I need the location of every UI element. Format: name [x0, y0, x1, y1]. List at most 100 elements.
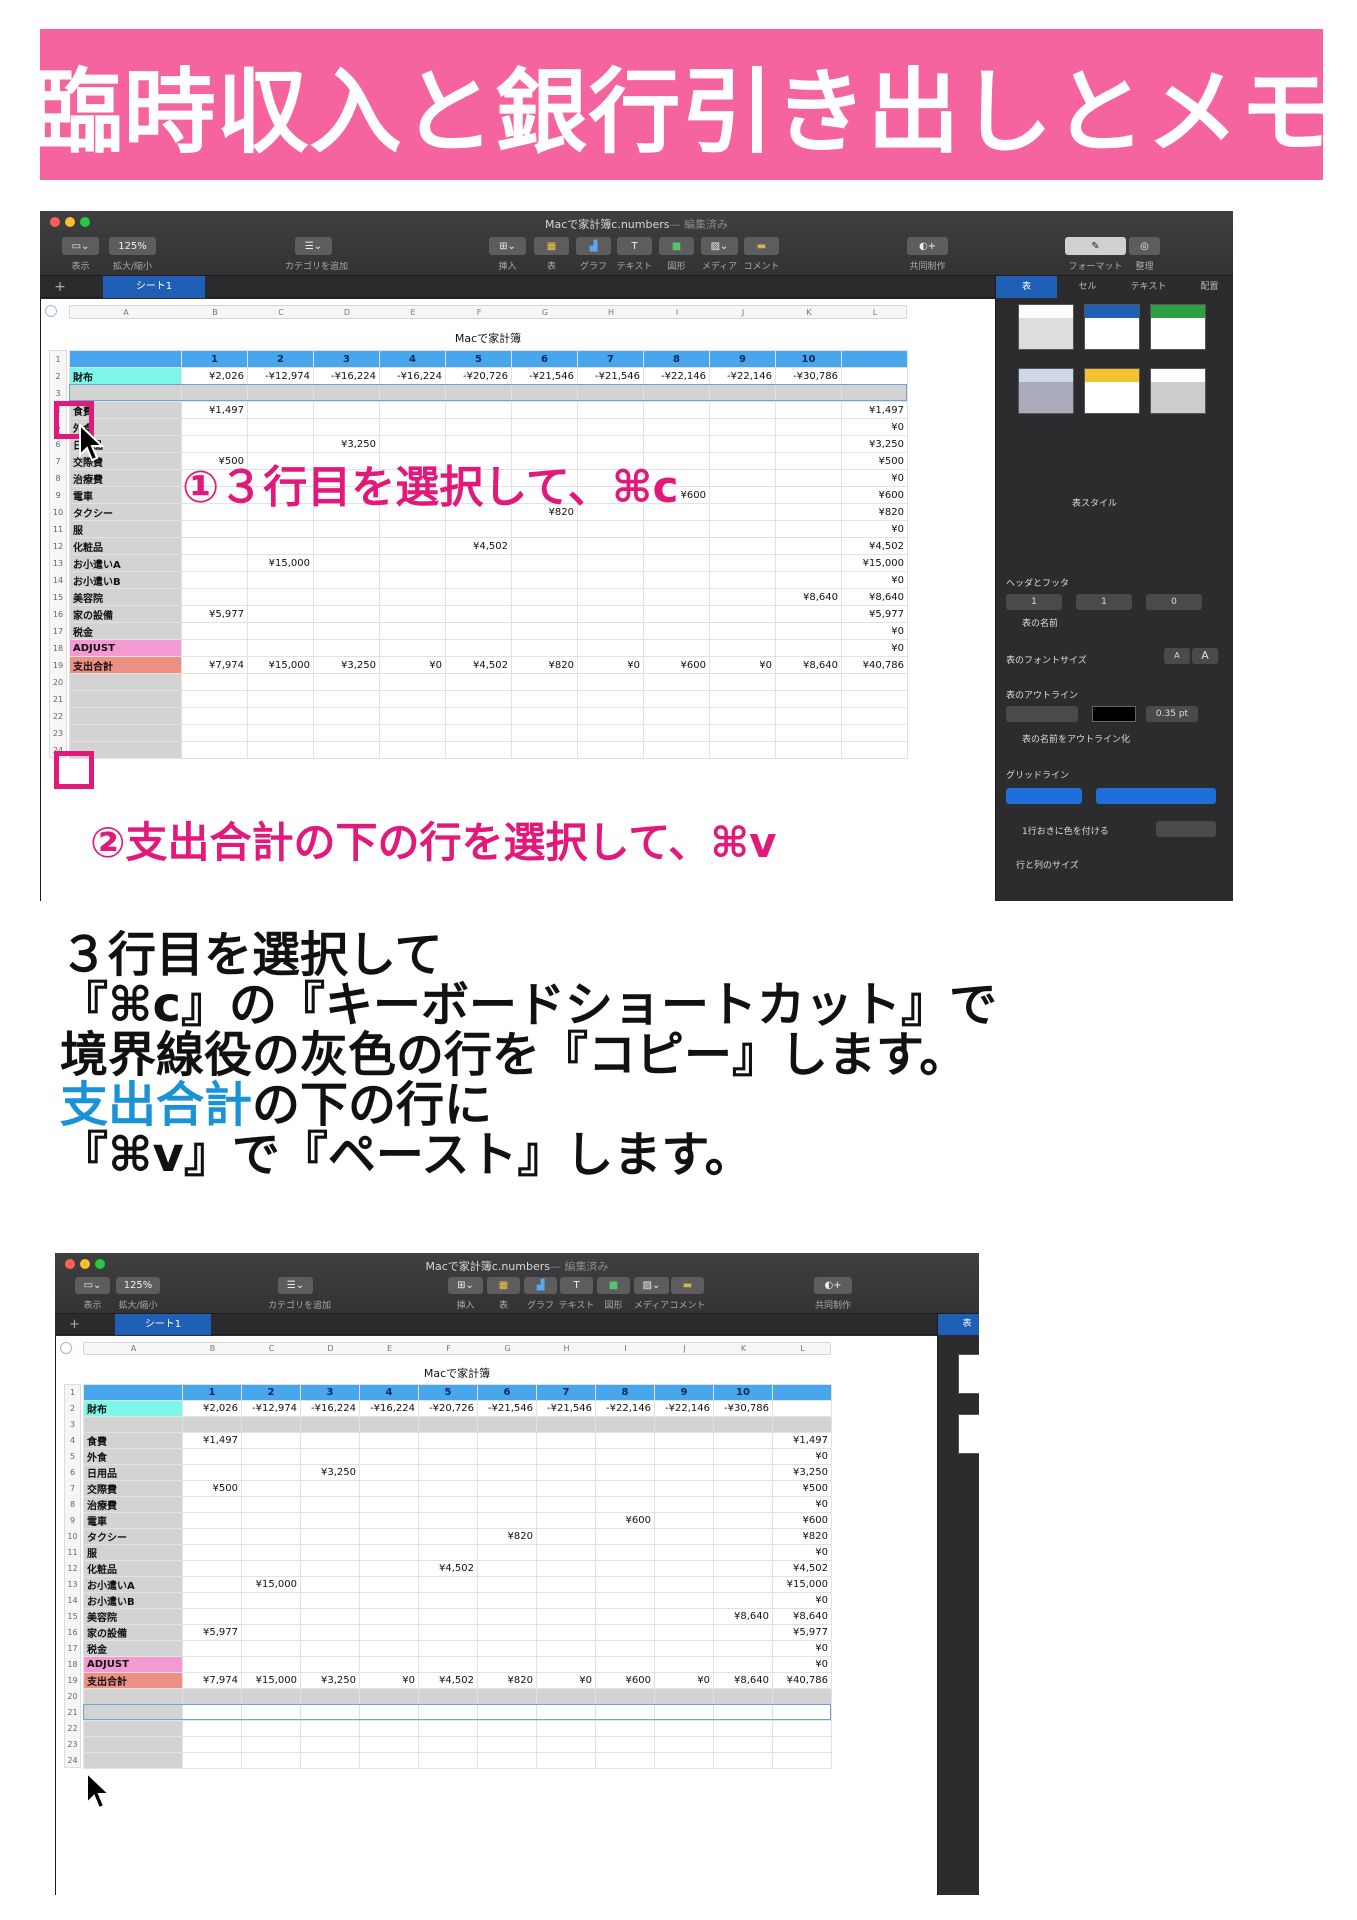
table-row-cell[interactable]: 家の設備: [83, 1624, 183, 1641]
table-header-row-cell[interactable]: 10: [775, 350, 842, 368]
insert-button[interactable]: ⊞⌄: [489, 237, 526, 255]
table-row[interactable]: 治療費 ¥0: [83, 1496, 832, 1513]
column-label-I[interactable]: I: [596, 1343, 655, 1354]
table-row-cell[interactable]: [511, 588, 578, 606]
table-button[interactable]: ▦: [534, 237, 569, 255]
table-row-cell[interactable]: ¥3,250: [300, 1464, 360, 1481]
row-number-19[interactable]: 19: [50, 657, 66, 674]
table-row-cell[interactable]: ¥3,250: [313, 435, 380, 453]
table-row-cell[interactable]: 外食: [83, 1448, 183, 1465]
table-row-cell[interactable]: 支出合計: [69, 656, 182, 674]
chart-button[interactable]: ▟: [524, 1277, 557, 1294]
column-label-G[interactable]: G: [478, 1343, 537, 1354]
table-row-cell[interactable]: [313, 639, 380, 657]
table-row-cell[interactable]: [241, 1464, 301, 1481]
table-row-cell[interactable]: [713, 1736, 773, 1753]
table-row-cell[interactable]: [247, 639, 314, 657]
table-row-cell[interactable]: [654, 1544, 714, 1561]
table-row-cell[interactable]: [713, 1416, 773, 1433]
table-row-cell[interactable]: [445, 639, 512, 657]
row-number-16[interactable]: 16: [50, 606, 66, 623]
table-row-cell[interactable]: [418, 1496, 478, 1513]
table-row-cell[interactable]: [713, 1576, 773, 1593]
table-row-cell[interactable]: [445, 435, 512, 453]
table-row-cell[interactable]: [83, 1416, 183, 1433]
table-row-cell[interactable]: [775, 605, 842, 623]
table-row-cell[interactable]: [379, 537, 446, 555]
table-row-cell[interactable]: [536, 1608, 596, 1625]
column-label-F[interactable]: F: [419, 1343, 478, 1354]
table-row-cell[interactable]: [445, 707, 512, 725]
table-row-cell[interactable]: [536, 1528, 596, 1545]
table-row[interactable]: 美容院 ¥8,640 ¥8,640: [83, 1608, 832, 1625]
table-row-cell[interactable]: [536, 1624, 596, 1641]
table-row-cell[interactable]: [713, 1640, 773, 1657]
table-row-cell[interactable]: タクシー: [83, 1528, 183, 1545]
table-row-cell[interactable]: ¥0: [359, 1672, 419, 1689]
table-row-cell[interactable]: ¥4,502: [841, 537, 908, 555]
table-row-cell[interactable]: [300, 1592, 360, 1609]
table-row-cell[interactable]: [241, 1752, 301, 1769]
row-number-22[interactable]: 22: [65, 1721, 80, 1737]
table-row-cell[interactable]: [418, 1432, 478, 1449]
comment-button[interactable]: ▬: [744, 237, 779, 255]
table-row-cell[interactable]: [709, 724, 776, 742]
table-row-cell[interactable]: [418, 1512, 478, 1529]
table-row-cell[interactable]: [181, 588, 248, 606]
table-row-cell[interactable]: [247, 537, 314, 555]
row-number-15[interactable]: 15: [65, 1609, 80, 1625]
table-row-cell[interactable]: お小遣いB: [69, 571, 182, 589]
table-row-cell[interactable]: [182, 1528, 242, 1545]
table-row-cell[interactable]: [83, 1752, 183, 1769]
row-number-21[interactable]: 21: [65, 1705, 80, 1721]
table-row-cell[interactable]: [445, 724, 512, 742]
add-column-button[interactable]: [45, 305, 57, 317]
table-row-cell[interactable]: [643, 520, 710, 538]
table-row-cell[interactable]: [313, 418, 380, 436]
table-row-cell[interactable]: [713, 1464, 773, 1481]
shape-button[interactable]: ■: [597, 1277, 630, 1294]
table-row-cell[interactable]: [379, 707, 446, 725]
table-row[interactable]: 財布 ¥2,026 -¥12,974 -¥16,224 -¥16,224 -¥20,726…: [83, 1400, 832, 1417]
column-label-H[interactable]: H: [578, 306, 644, 318]
category-button[interactable]: ☰⌄: [278, 1277, 313, 1294]
table-row-cell[interactable]: [445, 571, 512, 589]
table-row-cell[interactable]: [713, 1720, 773, 1737]
table-row-cell[interactable]: [654, 1752, 714, 1769]
column-label-E[interactable]: E: [360, 1343, 419, 1354]
table-row[interactable]: 家の設備 ¥5,977 ¥5,977: [83, 1624, 832, 1641]
table-row-cell[interactable]: ¥15,000: [841, 554, 908, 572]
sheet-tab-1[interactable]: シート1: [103, 276, 205, 298]
table-row-cell[interactable]: [247, 690, 314, 708]
table-row-cell[interactable]: [445, 605, 512, 623]
table-row-cell[interactable]: [359, 1496, 419, 1513]
table-header-row-cell[interactable]: [841, 350, 908, 368]
table-row-cell[interactable]: [775, 503, 842, 521]
table-row-cell[interactable]: [359, 1480, 419, 1497]
table-row-cell[interactable]: 電車: [69, 486, 182, 504]
table-row-cell[interactable]: 食費: [83, 1432, 183, 1449]
table-row-cell[interactable]: [643, 537, 710, 555]
table-row-cell[interactable]: [359, 1464, 419, 1481]
table-row-cell[interactable]: [709, 469, 776, 487]
table-row-cell[interactable]: [300, 1752, 360, 1769]
table-row-cell[interactable]: [775, 724, 842, 742]
table-row-cell[interactable]: [181, 418, 248, 436]
table-row-cell[interactable]: [477, 1736, 537, 1753]
table-row-cell[interactable]: -¥21,546: [536, 1400, 596, 1417]
table-row-cell[interactable]: [477, 1688, 537, 1705]
table-row-cell[interactable]: [241, 1496, 301, 1513]
table-row-cell[interactable]: [643, 724, 710, 742]
table-row-cell[interactable]: ¥5,977: [841, 605, 908, 623]
table-row[interactable]: 服 ¥0: [83, 1544, 832, 1561]
table-row-cell[interactable]: ¥820: [477, 1528, 537, 1545]
table-button[interactable]: ▦: [487, 1277, 520, 1294]
table-row-cell[interactable]: [182, 1656, 242, 1673]
table-row-cell[interactable]: ¥8,640: [775, 656, 842, 674]
row-number-8[interactable]: 8: [65, 1497, 80, 1513]
table-row-cell[interactable]: [313, 622, 380, 640]
row-number-18[interactable]: 18: [50, 640, 66, 657]
table-row-cell[interactable]: ¥8,640: [772, 1608, 832, 1625]
header-footer-stepper[interactable]: 1: [1006, 594, 1062, 610]
table-row[interactable]: 服 ¥0: [69, 520, 908, 538]
